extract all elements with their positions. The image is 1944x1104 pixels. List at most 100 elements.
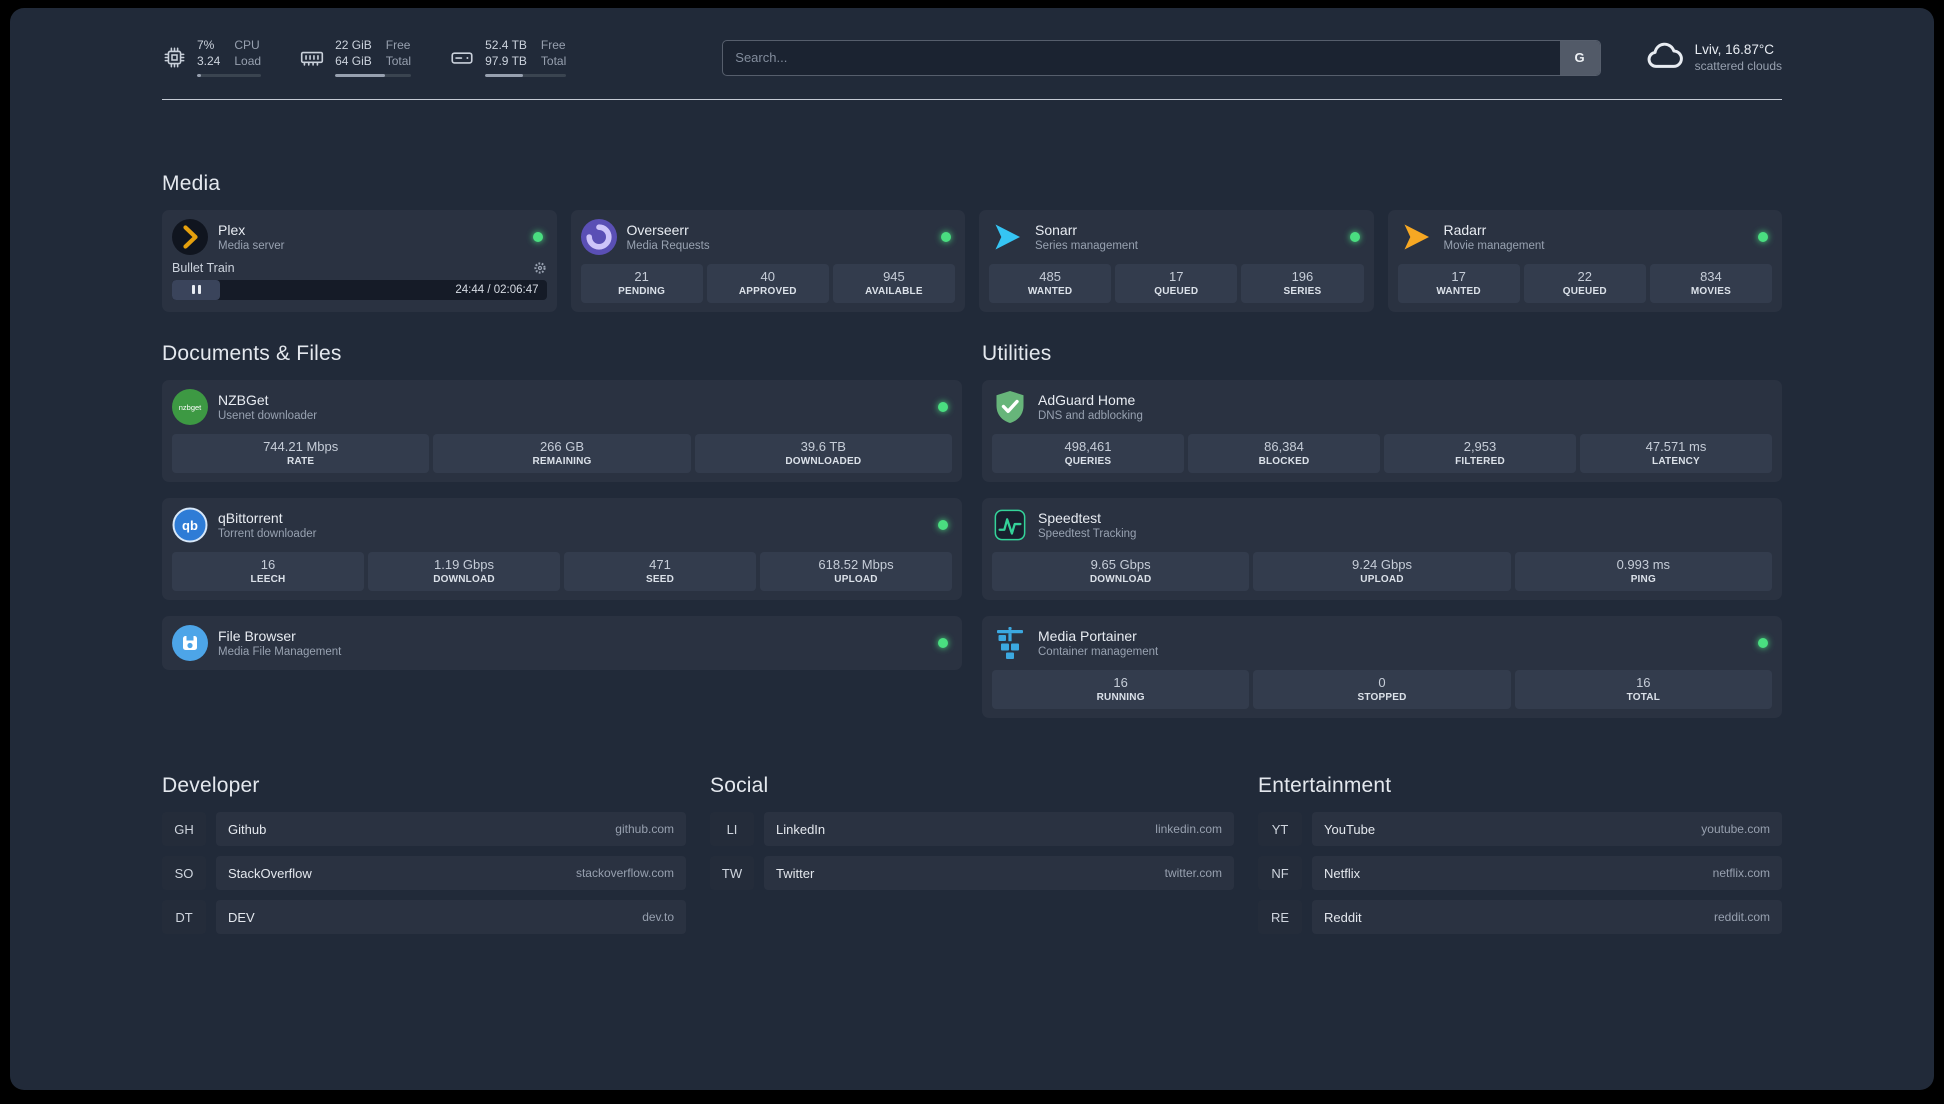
bookmark-link[interactable]: Twitter twitter.com bbox=[764, 856, 1234, 890]
bookmark-group-title: Developer bbox=[162, 774, 260, 797]
speedtest-icon bbox=[992, 507, 1028, 543]
memory-total-value: 64 GiB bbox=[335, 54, 372, 68]
status-dot-online bbox=[938, 402, 948, 412]
service-subtitle: Usenet downloader bbox=[218, 410, 318, 422]
settings-gear-icon[interactable] bbox=[533, 261, 547, 275]
stat-label: SEED bbox=[645, 574, 675, 585]
bookmark-link[interactable]: LinkedIn linkedin.com bbox=[764, 812, 1234, 846]
now-playing-row: Bullet Train bbox=[172, 261, 547, 275]
playback-progress-bar[interactable]: 24:44 / 02:06:47 bbox=[172, 280, 547, 300]
stat-value: 196 bbox=[1291, 269, 1314, 284]
service-card-plex[interactable]: Plex Media server Bullet Train 24:44 / 02:0… bbox=[162, 210, 557, 312]
cpu-label: CPU bbox=[234, 38, 260, 53]
disk-free-label: Free bbox=[540, 38, 566, 53]
stat-value: 9.24 Gbps bbox=[1351, 557, 1412, 572]
service-card-header: Plex Media server bbox=[172, 219, 547, 255]
stat-value: 618.52 Mbps bbox=[818, 557, 894, 572]
service-name: Overseerr bbox=[626, 222, 689, 238]
search-provider-button[interactable]: G bbox=[1559, 40, 1600, 75]
stat-value: 266 GB bbox=[539, 439, 585, 454]
service-card-nzbget[interactable]: nzbget NZBGet Usenet downloader 744.21 Mbps… bbox=[162, 380, 962, 482]
weather-widget[interactable]: Lviv, 16.87°C scattered clouds bbox=[1643, 34, 1782, 81]
service-name: Speedtest bbox=[1038, 510, 1102, 526]
stat-leech: 16 LEECH bbox=[172, 552, 364, 591]
service-card-media-portainer[interactable]: Media Portainer Container management 16 RUN… bbox=[982, 616, 1782, 718]
stat-value: 485 bbox=[1039, 269, 1061, 284]
service-card-sonarr[interactable]: Sonarr Series management 485 WANTED 17 QUEUED… bbox=[979, 210, 1374, 312]
disk-icon bbox=[449, 45, 475, 71]
stat-label: SERIES bbox=[1283, 286, 1322, 297]
bookmark-reddit: RE Reddit reddit.com bbox=[1258, 900, 1782, 934]
stat-available: 945 AVAILABLE bbox=[832, 264, 956, 303]
stat-value: 744.21 Mbps bbox=[263, 439, 339, 454]
svg-text:nzbget: nzbget bbox=[179, 403, 202, 412]
service-name: NZBGet bbox=[218, 392, 269, 408]
bookmark-group-developer: Developer GH Github github.com SO StackOverfl… bbox=[162, 774, 686, 944]
stat-upload: 618.52 Mbps UPLOAD bbox=[760, 552, 952, 591]
stat-label: STOPPED bbox=[1357, 692, 1407, 703]
service-card-radarr[interactable]: Radarr Movie management 17 WANTED 22 QUEUED 83… bbox=[1387, 210, 1782, 312]
pause-icon[interactable] bbox=[190, 281, 202, 299]
service-card-speedtest[interactable]: Speedtest Speedtest Tracking 9.65 Gbps DOWN… bbox=[982, 498, 1782, 600]
stat-movies: 834 MOVIES bbox=[1649, 264, 1773, 303]
bookmark-link[interactable]: StackOverflow stackoverflow.com bbox=[216, 856, 686, 890]
stat-ping: 0.993 ms PING bbox=[1514, 552, 1772, 591]
bookmark-link[interactable]: YouTube youtube.com bbox=[1312, 812, 1782, 846]
service-card-qbittorrent[interactable]: qb qBittorrent Torrent downloader 16 LEECH 1.… bbox=[162, 498, 962, 600]
stat-label: UPLOAD bbox=[834, 574, 878, 585]
stat-label: DOWNLOAD bbox=[433, 574, 495, 585]
search-input[interactable] bbox=[723, 40, 1560, 75]
stat-queries: 498,461 QUERIES bbox=[992, 434, 1184, 473]
stat-value: 86,384 bbox=[1264, 439, 1304, 454]
bookmark-abbr[interactable]: LI bbox=[710, 812, 754, 846]
cpu-usage-value: 7% bbox=[197, 38, 215, 53]
service-subtitle: Media File Management bbox=[218, 646, 342, 658]
stat-value: 16 bbox=[1113, 675, 1128, 690]
memory-readout: 22 GiB 64 GiB Free Total bbox=[335, 38, 412, 77]
stat-pending: 21 PENDING bbox=[580, 264, 703, 303]
bookmark-abbr[interactable]: RE bbox=[1258, 900, 1302, 934]
documents-cards: nzbget NZBGet Usenet downloader 744.21 Mbps… bbox=[162, 380, 962, 670]
service-card-header: nzbget NZBGet Usenet downloader bbox=[172, 389, 952, 425]
bookmark-link[interactable]: Reddit reddit.com bbox=[1312, 900, 1782, 934]
service-titles: AdGuard Home DNS and adblocking bbox=[1038, 392, 1143, 422]
service-card-overseerr[interactable]: Overseerr Media Requests 21 PENDING 40 APPROV… bbox=[570, 210, 965, 312]
service-titles: Speedtest Speedtest Tracking bbox=[1038, 510, 1136, 540]
memory-widget: 22 GiB 64 GiB Free Total bbox=[299, 38, 412, 77]
service-subtitle: Media Requests bbox=[626, 240, 710, 252]
service-subtitle: DNS and adblocking bbox=[1038, 410, 1143, 422]
stat-label: RUNNING bbox=[1096, 692, 1145, 703]
stat-label: REMAINING bbox=[532, 456, 592, 467]
bookmark-link[interactable]: Github github.com bbox=[216, 812, 686, 846]
service-name: Radarr bbox=[1443, 222, 1487, 238]
bookmark-link[interactable]: DEV dev.to bbox=[216, 900, 686, 934]
bookmark-abbr[interactable]: GH bbox=[162, 812, 206, 846]
service-card-file-browser[interactable]: File Browser Media File Management bbox=[162, 616, 962, 670]
stat-label: DOWNLOAD bbox=[1089, 574, 1152, 585]
service-subtitle: Movie management bbox=[1443, 240, 1545, 252]
service-name: File Browser bbox=[218, 628, 296, 644]
service-card-adguard-home[interactable]: AdGuard Home DNS and adblocking 498,461 QUE… bbox=[982, 380, 1782, 482]
two-column-area: Documents & Files nzbget NZBGet Usenet dow… bbox=[162, 342, 1782, 718]
stat-label: MOVIES bbox=[1690, 286, 1731, 297]
stat-value: 1.19 Gbps bbox=[434, 557, 494, 572]
service-subtitle: Container management bbox=[1038, 646, 1159, 658]
bookmark-abbr[interactable]: DT bbox=[162, 900, 206, 934]
stat-value: 945 bbox=[883, 269, 905, 284]
bookmark-abbr[interactable]: SO bbox=[162, 856, 206, 890]
service-stats: 485 WANTED 17 QUEUED 196 SERIES bbox=[989, 264, 1364, 303]
bookmark-abbr[interactable]: NF bbox=[1258, 856, 1302, 890]
service-titles: Overseerr Media Requests bbox=[627, 222, 710, 252]
bookmark-abbr[interactable]: YT bbox=[1258, 812, 1302, 846]
section-title-media: Media bbox=[162, 172, 221, 195]
bookmark-netflix: NF Netflix netflix.com bbox=[1258, 856, 1782, 890]
bookmark-url: linkedin.com bbox=[1155, 822, 1222, 836]
stat-label: BLOCKED bbox=[1258, 456, 1310, 467]
service-stats: 9.65 Gbps DOWNLOAD 9.24 Gbps UPLOAD 0.993 ms… bbox=[992, 552, 1772, 591]
bookmark-link[interactable]: Netflix netflix.com bbox=[1312, 856, 1782, 890]
bookmark-abbr[interactable]: TW bbox=[710, 856, 754, 890]
stat-value: 17 bbox=[1451, 269, 1466, 284]
service-name: Sonarr bbox=[1035, 222, 1078, 238]
service-subtitle: Media server bbox=[218, 240, 285, 252]
stat-value: 40 bbox=[760, 269, 775, 284]
